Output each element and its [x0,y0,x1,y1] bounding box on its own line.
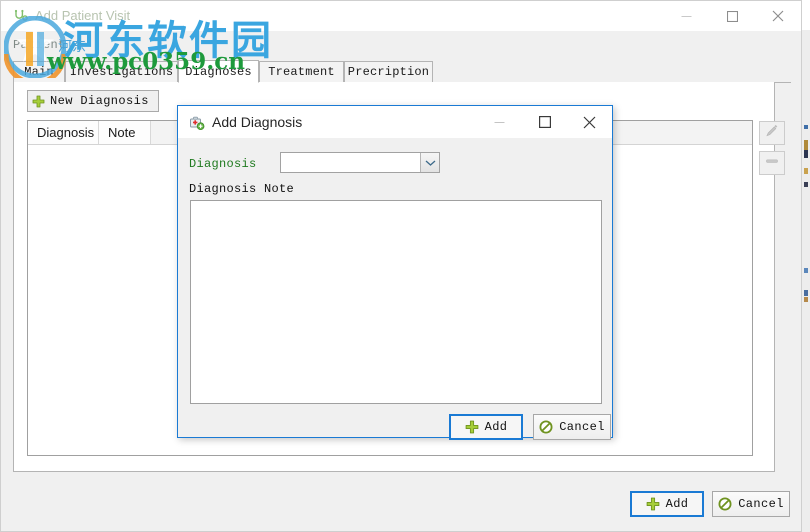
sliver-fleck [804,125,808,129]
footer-cancel-button[interactable]: Cancel [712,491,790,517]
sliver-fleck [804,168,808,174]
sliver-fleck [804,290,808,296]
no-entry-icon [718,497,732,511]
dialog-add-button[interactable]: Add [449,414,523,440]
column-header-note[interactable]: Note [99,121,151,144]
dialog-add-label: Add [484,420,508,434]
maximize-button[interactable] [709,1,755,31]
tab-diagnoses[interactable]: Diagnoses [178,60,259,83]
close-button[interactable] [755,1,801,31]
tab-precription[interactable]: Precription [344,61,433,83]
add-diagnosis-dialog: Add Diagnosis Diagnosis Diagnosis Note A… [177,105,613,440]
edit-button[interactable] [759,121,785,145]
sliver-top [802,0,810,30]
medical-kit-icon [189,115,205,131]
minus-icon [764,153,780,174]
window-controls [663,1,801,31]
diagnosis-label: Diagnosis [189,157,257,171]
tab-treatment[interactable]: Treatment [259,61,344,83]
no-entry-icon [539,420,553,434]
screen: Add Patient Visit Patient Main Investiga… [0,0,810,532]
sliver-fleck [804,268,808,273]
new-diagnosis-label: New Diagnosis [50,94,149,108]
sliver-fleck [804,297,808,302]
dialog-maximize-button[interactable] [522,106,567,138]
tab-main[interactable]: Main [13,61,65,83]
dialog-close-button[interactable] [567,106,612,138]
green-plus-icon [646,497,660,511]
dialog-title: Add Diagnosis [212,114,303,130]
window-footer: Add Cancel [1,473,801,531]
patient-strip: Patient [1,31,801,61]
column-header-diagnosis[interactable]: Diagnosis [28,121,99,144]
window-title: Add Patient Visit [35,8,131,23]
green-plus-icon [32,95,45,108]
stethoscope-icon [13,9,29,25]
delete-button[interactable] [759,151,785,175]
green-plus-icon [465,420,479,434]
diagnosis-combobox-value[interactable] [281,153,420,172]
dialog-titlebar: Add Diagnosis [178,106,612,138]
dialog-window-controls [477,106,612,138]
patient-label: Patient [13,38,66,52]
footer-add-button[interactable]: Add [630,491,704,517]
background-sliver [802,0,810,532]
tabstrip: Main Investigations Diagnoses Treatment … [13,60,791,83]
footer-add-label: Add [665,497,689,511]
chevron-down-icon[interactable] [420,153,439,172]
sliver-fleck [804,140,808,150]
dialog-body: Diagnosis Diagnosis Note Add Cancel [178,138,612,440]
tab-investigations[interactable]: Investigations [65,61,178,83]
dialog-cancel-label: Cancel [559,420,605,434]
sliver-fleck [804,150,808,158]
dialog-cancel-button[interactable]: Cancel [533,414,611,440]
diagnosis-note-textarea[interactable] [190,200,602,404]
diagnosis-note-label: Diagnosis Note [189,182,295,196]
minimize-button[interactable] [663,1,709,31]
dialog-minimize-button[interactable] [477,106,522,138]
footer-cancel-label: Cancel [738,497,784,511]
diagnosis-combobox[interactable] [280,152,440,173]
pencil-icon [764,123,780,144]
sliver-fleck [804,182,808,187]
window-titlebar: Add Patient Visit [1,1,801,31]
new-diagnosis-button[interactable]: New Diagnosis [27,90,159,112]
